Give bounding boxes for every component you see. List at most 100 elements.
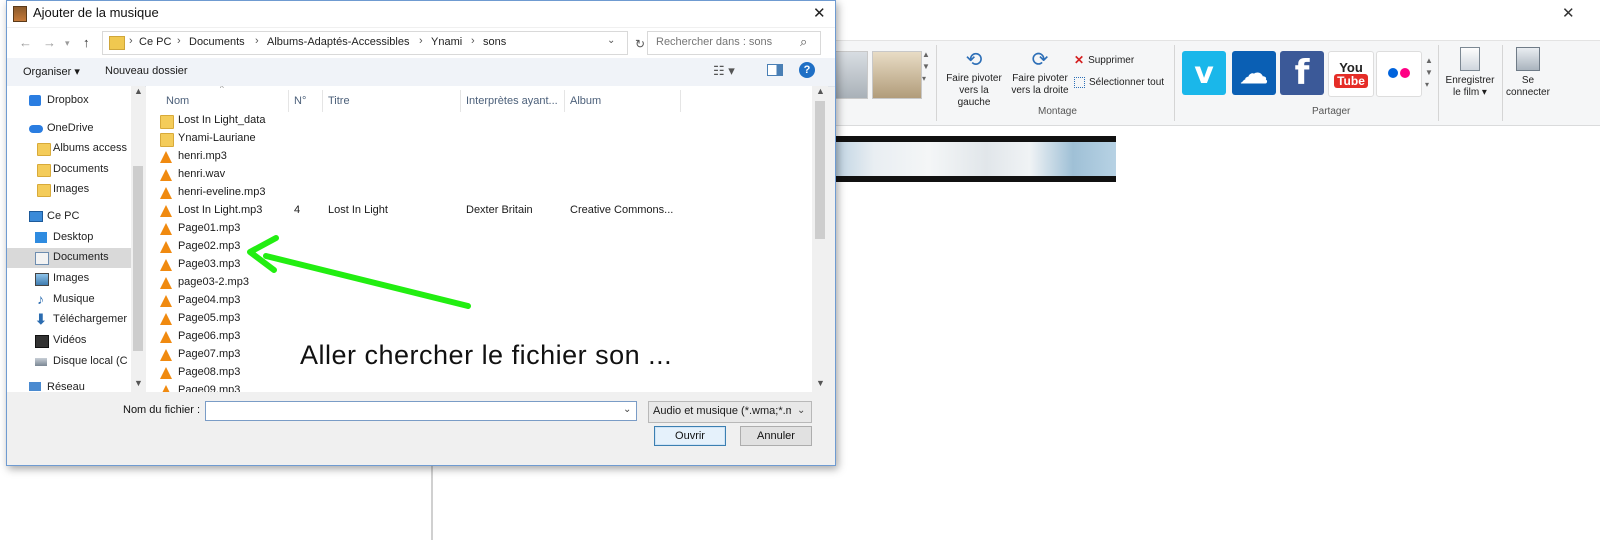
nav-item-documents[interactable]: Documents <box>7 248 133 268</box>
select-all-button[interactable]: Sélectionner tout <box>1074 77 1164 88</box>
nav-item-dropbox[interactable]: Dropbox <box>7 91 133 111</box>
vimeo-share-button[interactable]: v <box>1182 51 1226 95</box>
youtube-share-button[interactable]: You Tube <box>1328 51 1374 97</box>
scroll-down-icon[interactable]: ▼ <box>816 378 825 388</box>
file-row[interactable]: Page09.mp3 <box>146 382 812 392</box>
search-box[interactable]: ⌕ <box>647 31 821 55</box>
rotate-right-button[interactable]: ⟳ Faire pivoter vers la droite <box>1008 47 1072 97</box>
group-label-partager: Partager <box>1312 106 1351 117</box>
dialog-toolbar: Organiser ▾ Nouveau dossier ☷ ▾ ? <box>7 58 835 87</box>
file-row[interactable]: Page01.mp3 <box>146 220 812 238</box>
delete-button[interactable]: ✕ Supprimer <box>1074 53 1134 67</box>
nav-item-videos[interactable]: Vidéos <box>7 331 133 351</box>
onedrive-share-button[interactable]: ☁ <box>1232 51 1276 95</box>
nav-item-downloads[interactable]: ⬇ Téléchargemer <box>7 310 133 330</box>
column-divider[interactable] <box>564 90 565 112</box>
view-options-icon[interactable]: ☷ ▾ <box>713 63 735 79</box>
file-type-filter[interactable]: Audio et musique (*.wma;*.mp ⌄ <box>648 401 812 423</box>
scroll-down-icon[interactable]: ▼ <box>134 378 143 388</box>
up-arrow-icon[interactable]: ↑ <box>83 35 90 50</box>
file-row[interactable]: Page02.mp3 <box>146 238 812 256</box>
refresh-icon[interactable]: ↻ <box>635 37 645 51</box>
breadcrumb-item[interactable]: sons <box>483 36 506 48</box>
nav-item-images[interactable]: Images <box>7 269 133 289</box>
file-name: Page08.mp3 <box>178 366 241 378</box>
breadcrumb-item[interactable]: Albums-Adaptés-Accessibles <box>267 36 409 48</box>
forward-arrow-icon[interactable]: → <box>43 35 56 50</box>
file-row[interactable]: Lost In Light_data <box>146 112 812 130</box>
help-icon[interactable]: ? <box>799 62 815 78</box>
file-name: henri.mp3 <box>178 150 227 162</box>
nav-item-albums[interactable]: Albums access <box>7 139 133 159</box>
file-name: henri-eveline.mp3 <box>178 186 266 198</box>
file-row[interactable]: henri-eveline.mp3 <box>146 184 812 202</box>
column-divider[interactable] <box>680 90 681 112</box>
storyboard-frames <box>828 142 1116 176</box>
scroll-up-icon[interactable]: ▲ <box>816 86 825 96</box>
file-row[interactable]: Page05.mp3 <box>146 310 812 328</box>
nav-item-images-onedrive[interactable]: Images <box>7 180 133 200</box>
nav-item-local-disk[interactable]: Disque local (C <box>7 352 133 372</box>
nav-item-this-pc[interactable]: Ce PC <box>7 207 133 227</box>
navigation-pane: Dropbox OneDrive Albums access Documents… <box>7 86 145 392</box>
nav-item-network[interactable]: Réseau <box>7 378 133 392</box>
organize-button[interactable]: Organiser ▾ <box>23 65 80 78</box>
file-row[interactable]: page03-2.mp3 <box>146 274 812 292</box>
file-row[interactable]: Lost In Light.mp3 4 Lost In Light Dexter… <box>146 202 812 220</box>
column-header-artists[interactable]: Interprètes ayant... <box>466 95 558 107</box>
preview-pane-icon[interactable] <box>767 64 783 76</box>
column-divider[interactable] <box>460 90 461 112</box>
nav-item-music[interactable]: ♪ Musique <box>7 290 133 310</box>
filename-input[interactable] <box>205 401 637 421</box>
file-list-scrollbar-thumb[interactable] <box>815 101 825 239</box>
facebook-share-button[interactable]: f <box>1280 51 1324 95</box>
column-divider[interactable] <box>322 90 323 112</box>
address-bar[interactable]: › Ce PC › Documents › Albums-Adaptés-Acc… <box>102 31 645 55</box>
effect-thumbnail[interactable] <box>872 51 922 99</box>
select-all-icon <box>1074 77 1085 88</box>
share-gallery-scroll-icon[interactable]: ▲ ▼ ▾ <box>1425 55 1433 91</box>
gallery-scroll-icon[interactable]: ▲ ▼ ▾ <box>922 49 930 85</box>
cancel-button[interactable]: Annuler <box>740 426 812 446</box>
save-movie-button[interactable]: Enregistrer le film ▾ <box>1440 47 1500 99</box>
search-input[interactable] <box>654 35 798 49</box>
breadcrumb-item[interactable]: Ce PC <box>139 36 171 48</box>
file-row[interactable]: Ynami-Lauriane <box>146 130 812 148</box>
file-row[interactable]: Page04.mp3 <box>146 292 812 310</box>
close-icon[interactable]: ✕ <box>813 4 826 22</box>
recent-locations-icon[interactable]: ▾ <box>65 38 70 49</box>
nav-item-documents-onedrive[interactable]: Documents <box>7 160 133 180</box>
breadcrumb-item[interactable]: Documents <box>189 36 245 48</box>
filename-dropdown-icon[interactable]: ⌄ <box>623 404 631 415</box>
new-folder-button[interactable]: Nouveau dossier <box>105 65 188 77</box>
back-arrow-icon[interactable]: ← <box>19 35 32 50</box>
nav-item-desktop[interactable]: Desktop <box>7 228 133 248</box>
storyboard-filmstrip[interactable] <box>828 136 1116 182</box>
column-header-name[interactable]: Nom <box>166 95 189 107</box>
nav-scrollbar-thumb[interactable] <box>133 166 143 351</box>
column-header-title[interactable]: Titre <box>328 95 350 107</box>
pane-divider[interactable] <box>431 466 433 540</box>
file-row[interactable]: henri.mp3 <box>146 148 812 166</box>
file-row[interactable]: Page03.mp3 <box>146 256 812 274</box>
app-close-icon[interactable]: ✕ <box>1562 4 1575 22</box>
vimeo-icon: v <box>1194 55 1214 91</box>
vlc-audio-file-icon <box>160 277 172 289</box>
column-header-number[interactable]: N° <box>294 95 306 107</box>
rotate-right-icon: ⟳ <box>1031 49 1049 71</box>
navigation-bar: ← → ▾ ↑ › Ce PC › Documents › Albums-Ada… <box>7 28 835 58</box>
ribbon-separator <box>1502 45 1503 121</box>
column-divider[interactable] <box>288 90 289 112</box>
breadcrumb-item[interactable]: Ynami <box>431 36 462 48</box>
flickr-share-button[interactable] <box>1376 51 1422 97</box>
rotate-left-button[interactable]: ⟲ Faire pivoter vers la gauche <box>942 47 1006 109</box>
scroll-up-icon[interactable]: ▲ <box>134 86 143 96</box>
connect-button[interactable]: Se connecter <box>1506 47 1550 99</box>
search-icon[interactable]: ⌕ <box>800 34 807 50</box>
desktop-icon <box>35 232 47 243</box>
column-header-album[interactable]: Album <box>570 95 601 107</box>
open-button[interactable]: Ouvrir <box>654 426 726 446</box>
nav-item-onedrive[interactable]: OneDrive <box>7 119 133 139</box>
address-dropdown-icon[interactable]: ⌄ <box>607 35 615 46</box>
file-row[interactable]: henri.wav <box>146 166 812 184</box>
